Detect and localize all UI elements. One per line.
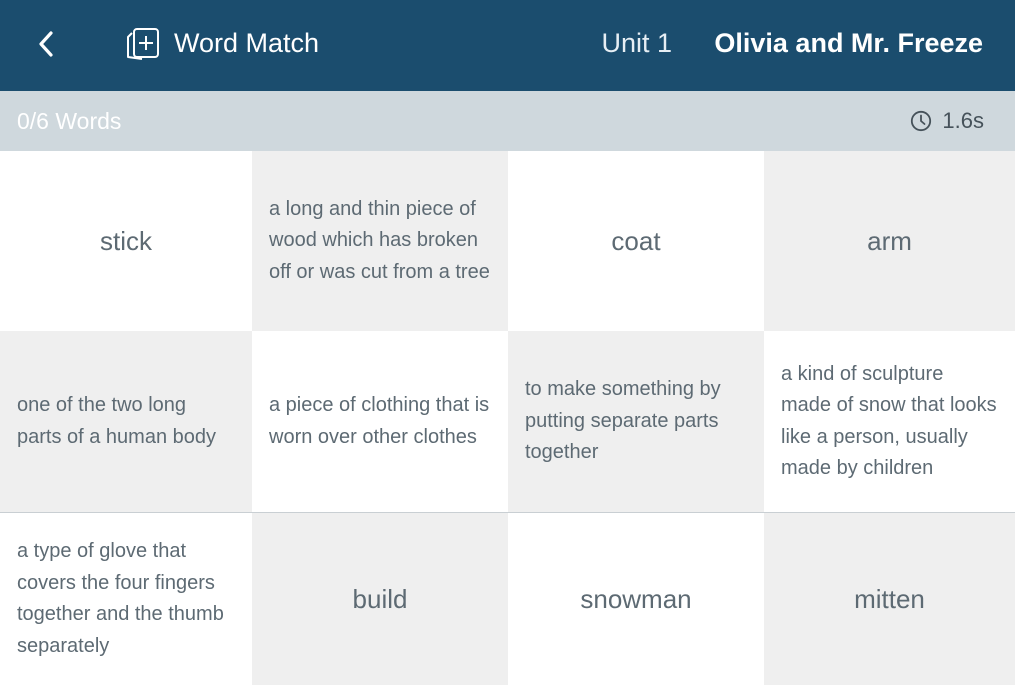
card-text: a kind of sculpture made of snow that lo… — [781, 362, 997, 480]
match-card[interactable]: stick — [0, 151, 252, 331]
match-card[interactable]: to make something by putting separate pa… — [508, 331, 764, 512]
app-title: Word Match — [174, 28, 320, 58]
card-text: to make something by putting separate pa… — [525, 378, 721, 464]
match-card[interactable]: one of the two long parts of a human bod… — [0, 331, 252, 512]
card-text: a long and thin piece of wood which has … — [269, 197, 490, 283]
match-card[interactable]: a piece of clothing that is worn over ot… — [252, 331, 508, 512]
card-text: snowman — [580, 583, 692, 614]
word-match-grid: stick a long and thin piece of wood whic… — [0, 151, 1015, 685]
add-card-icon — [127, 28, 159, 60]
chevron-left-icon — [39, 31, 53, 57]
match-card[interactable]: coat — [508, 151, 764, 331]
match-card[interactable]: a kind of sculpture made of snow that lo… — [764, 331, 1015, 512]
card-text: one of the two long parts of a human bod… — [17, 394, 217, 448]
card-text: a type of glove that covers the four fin… — [17, 540, 224, 657]
match-card[interactable]: a type of glove that covers the four fin… — [0, 513, 252, 685]
card-text: arm — [867, 225, 912, 256]
back-button[interactable] — [28, 26, 64, 62]
timer-value: 1.6s — [942, 108, 984, 133]
match-card[interactable]: arm — [764, 151, 1015, 331]
card-text: build — [352, 583, 408, 614]
card-text: a piece of clothing that is worn over ot… — [269, 394, 490, 448]
match-card[interactable]: snowman — [508, 513, 764, 685]
app-header: Word Match Unit 1 Olivia and Mr. Freeze — [0, 0, 1015, 91]
card-text: mitten — [854, 583, 925, 614]
match-card[interactable]: a long and thin piece of wood which has … — [252, 151, 508, 331]
match-card[interactable]: mitten — [764, 513, 1015, 685]
progress-counter: 0/6 Words — [17, 108, 122, 134]
card-text: coat — [611, 225, 661, 256]
clock-icon — [911, 110, 932, 132]
timer: 1.6s — [910, 107, 984, 135]
story-title: Olivia and Mr. Freeze — [714, 28, 983, 58]
match-card[interactable]: build — [252, 513, 508, 685]
status-bar: 0/6 Words 1.6s — [0, 91, 1015, 151]
unit-label: Unit 1 — [601, 28, 672, 58]
card-text: stick — [100, 225, 152, 256]
